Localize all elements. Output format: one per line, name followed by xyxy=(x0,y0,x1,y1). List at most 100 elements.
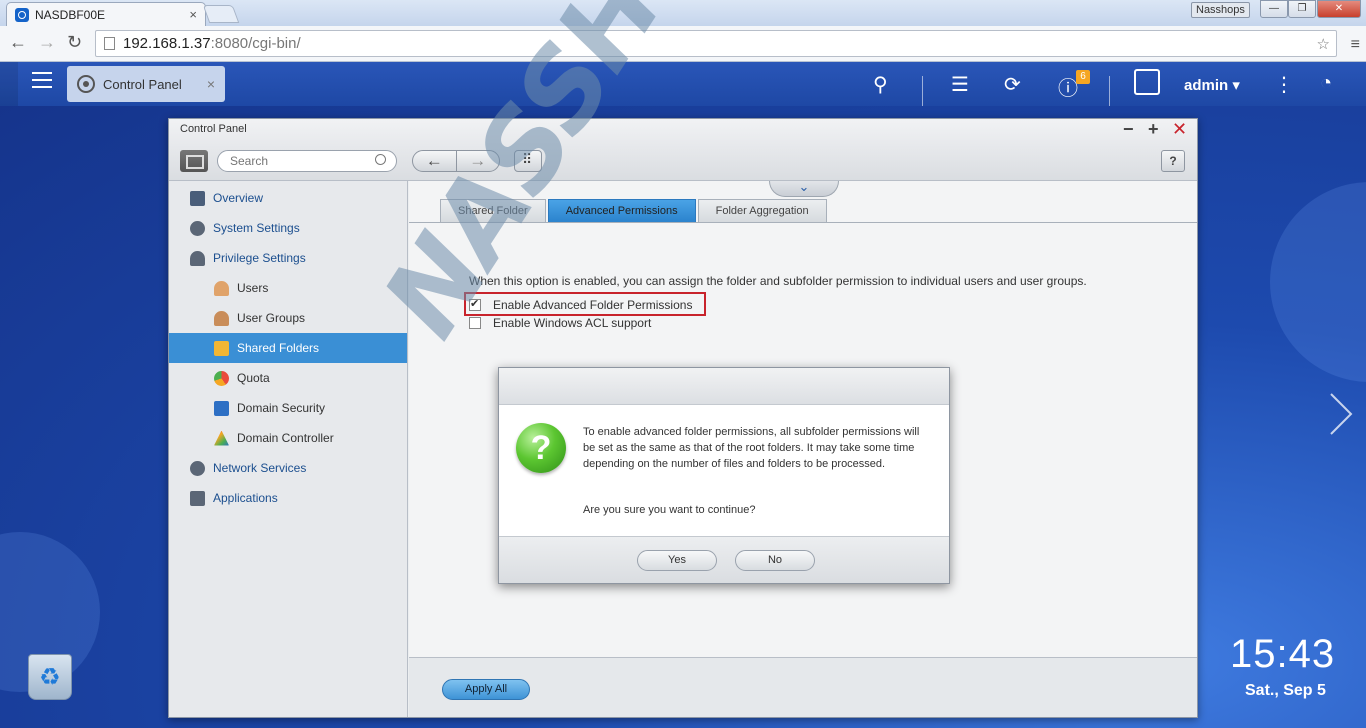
chevron-down-icon: ⌄ xyxy=(798,179,810,194)
page-icon xyxy=(104,37,115,50)
taskbar-control-panel[interactable]: Control Panel × xyxy=(67,66,225,102)
collapse-toggle[interactable]: ⌄ xyxy=(769,179,839,197)
tab-close-icon[interactable]: × xyxy=(189,7,197,22)
browser-tab-title: NASDBF00E xyxy=(35,7,106,22)
back-arrow-icon[interactable]: ← xyxy=(9,32,27,53)
quota-icon xyxy=(214,370,229,386)
question-icon: ? xyxy=(516,423,566,473)
sidebar-item-domain-security[interactable]: Domain Security xyxy=(169,393,407,423)
dialog-question: Are you sure you want to continue? xyxy=(583,504,756,516)
more-options-icon[interactable]: ⋮ xyxy=(1274,72,1294,97)
external-device-icon[interactable]: ⟳ xyxy=(1004,72,1021,97)
tab-advanced-permissions[interactable]: Advanced Permissions xyxy=(547,199,696,222)
browser-menu-icon[interactable]: ≡ xyxy=(1351,36,1360,54)
dialog-footer: Yes No xyxy=(499,536,949,583)
sidebar-item-privilege-settings[interactable]: Privilege Settings xyxy=(169,243,407,273)
event-notification-icon[interactable]: ⓘ xyxy=(1058,72,1078,101)
sidebar-item-domain-controller[interactable]: Domain Controller xyxy=(169,423,407,453)
sidebar-item-label: Network Services xyxy=(213,461,307,475)
background-glow xyxy=(1270,182,1366,382)
sidebar-item-label: Shared Folders xyxy=(237,341,320,355)
dialog-header[interactable] xyxy=(499,368,949,405)
user-avatar-icon[interactable] xyxy=(1134,69,1160,95)
browser-tab[interactable]: NASDBF00E × xyxy=(6,2,206,26)
sidebar-item-label: User Groups xyxy=(237,311,306,325)
windows-acl-option[interactable]: Enable Windows ACL support xyxy=(469,316,651,330)
taskbar-app-label: Control Panel xyxy=(103,76,182,92)
sidebar-item-network-services[interactable]: Network Services xyxy=(169,453,407,483)
window-restore-button[interactable]: ❐ xyxy=(1288,0,1316,18)
no-button[interactable]: No xyxy=(735,550,815,571)
tab-folder-aggregation[interactable]: Folder Aggregation xyxy=(697,199,827,222)
url-path: :8080/cgi-bin/ xyxy=(210,35,301,52)
group-icon xyxy=(214,310,229,326)
sidebar: Overview System Settings Privilege Setti… xyxy=(169,181,408,717)
desktop-clock: 15:43 xyxy=(1230,632,1336,676)
window-minimize-button[interactable]: — xyxy=(1260,0,1288,18)
sidebar-item-label: Users xyxy=(237,281,269,295)
apply-all-button[interactable]: Apply All xyxy=(442,679,530,700)
divider xyxy=(1109,76,1110,106)
main-menu-icon[interactable] xyxy=(32,72,52,90)
applications-icon xyxy=(190,490,205,506)
profile-chip[interactable]: Nasshops xyxy=(1191,2,1250,18)
help-button[interactable]: ? xyxy=(1161,150,1185,172)
permission-description: When this option is enabled, you can ass… xyxy=(469,274,1087,288)
sidebar-item-label: System Settings xyxy=(213,221,300,235)
window-titlebar[interactable]: Control Panel − + ✕ ← → ? xyxy=(169,119,1197,181)
confirm-dialog: ? To enable advanced folder permissions,… xyxy=(498,367,950,584)
sidebar-item-applications[interactable]: Applications xyxy=(169,483,407,513)
bottom-action-bar: Apply All xyxy=(409,657,1197,717)
sidebar-item-shared-folders[interactable]: Shared Folders xyxy=(169,333,407,363)
sidebar-item-label: Applications xyxy=(213,491,278,505)
windows-acl-label: Enable Windows ACL support xyxy=(493,316,652,330)
sidebar-item-user-groups[interactable]: User Groups xyxy=(169,303,407,333)
network-icon xyxy=(190,460,205,476)
bookmark-star-icon[interactable]: ☆ xyxy=(1317,35,1330,53)
yes-button[interactable]: Yes xyxy=(637,550,717,571)
background-tasks-icon[interactable]: ☰ xyxy=(951,72,969,97)
notification-badge: 6 xyxy=(1076,70,1090,84)
qts-topbar: Control Panel × ⚲ ☰ ⟳ ⓘ 6 admin ▾ ⋮ ◔ xyxy=(0,62,1366,106)
address-bar: ← → ↻ 192.168.1.37:8080/cgi-bin/ ☆ ≡ xyxy=(0,26,1366,62)
sidebar-item-label: Domain Security xyxy=(237,401,326,415)
search-magnifier-icon xyxy=(375,154,386,165)
user-icon xyxy=(214,280,229,296)
dialog-message: To enable advanced folder permissions, a… xyxy=(583,426,920,470)
taskbar-close-icon[interactable]: × xyxy=(207,76,215,92)
domain-security-icon xyxy=(214,400,229,416)
user-icon xyxy=(190,250,205,266)
qnap-favicon-icon xyxy=(15,7,29,22)
domain-controller-icon xyxy=(214,430,229,446)
divider xyxy=(922,76,923,106)
search-icon[interactable]: ⚲ xyxy=(873,72,888,97)
shared-folder-icon xyxy=(214,340,229,356)
recycle-bin-icon[interactable] xyxy=(28,654,72,700)
next-desktop-arrow-icon[interactable] xyxy=(1328,392,1354,436)
window-close-icon[interactable]: ✕ xyxy=(1172,119,1187,140)
overview-icon xyxy=(190,190,205,206)
window-title: Control Panel xyxy=(180,123,247,135)
reload-icon[interactable]: ↻ xyxy=(67,32,82,53)
sidebar-item-overview[interactable]: Overview xyxy=(169,183,407,213)
window-maximize-icon[interactable]: + xyxy=(1148,119,1159,140)
sidebar-item-label: Overview xyxy=(213,191,264,205)
url-host: 192.168.1.37 xyxy=(123,35,211,52)
forward-arrow-icon[interactable]: → xyxy=(38,32,56,53)
window-close-button[interactable]: ✕ xyxy=(1317,0,1361,18)
sidebar-item-quota[interactable]: Quota xyxy=(169,363,407,393)
sidebar-item-label: Privilege Settings xyxy=(213,251,306,265)
window-minimize-icon[interactable]: − xyxy=(1123,119,1134,140)
new-tab-button[interactable] xyxy=(202,5,240,23)
desktop-date: Sat., Sep 5 xyxy=(1245,682,1326,699)
sidebar-item-system-settings[interactable]: System Settings xyxy=(169,213,407,243)
url-field[interactable]: 192.168.1.37:8080/cgi-bin/ ☆ xyxy=(95,30,1337,57)
dashboard-icon[interactable]: ◔ xyxy=(1320,72,1332,95)
user-menu[interactable]: admin ▾ xyxy=(1184,76,1240,94)
sidebar-item-label: Quota xyxy=(237,371,270,385)
search-input[interactable] xyxy=(217,150,397,172)
sidebar-item-label: Domain Controller xyxy=(237,431,334,445)
topbar-edge xyxy=(0,62,18,106)
control-panel-gear-icon xyxy=(77,75,95,93)
layout-toggle-button[interactable] xyxy=(180,150,208,172)
